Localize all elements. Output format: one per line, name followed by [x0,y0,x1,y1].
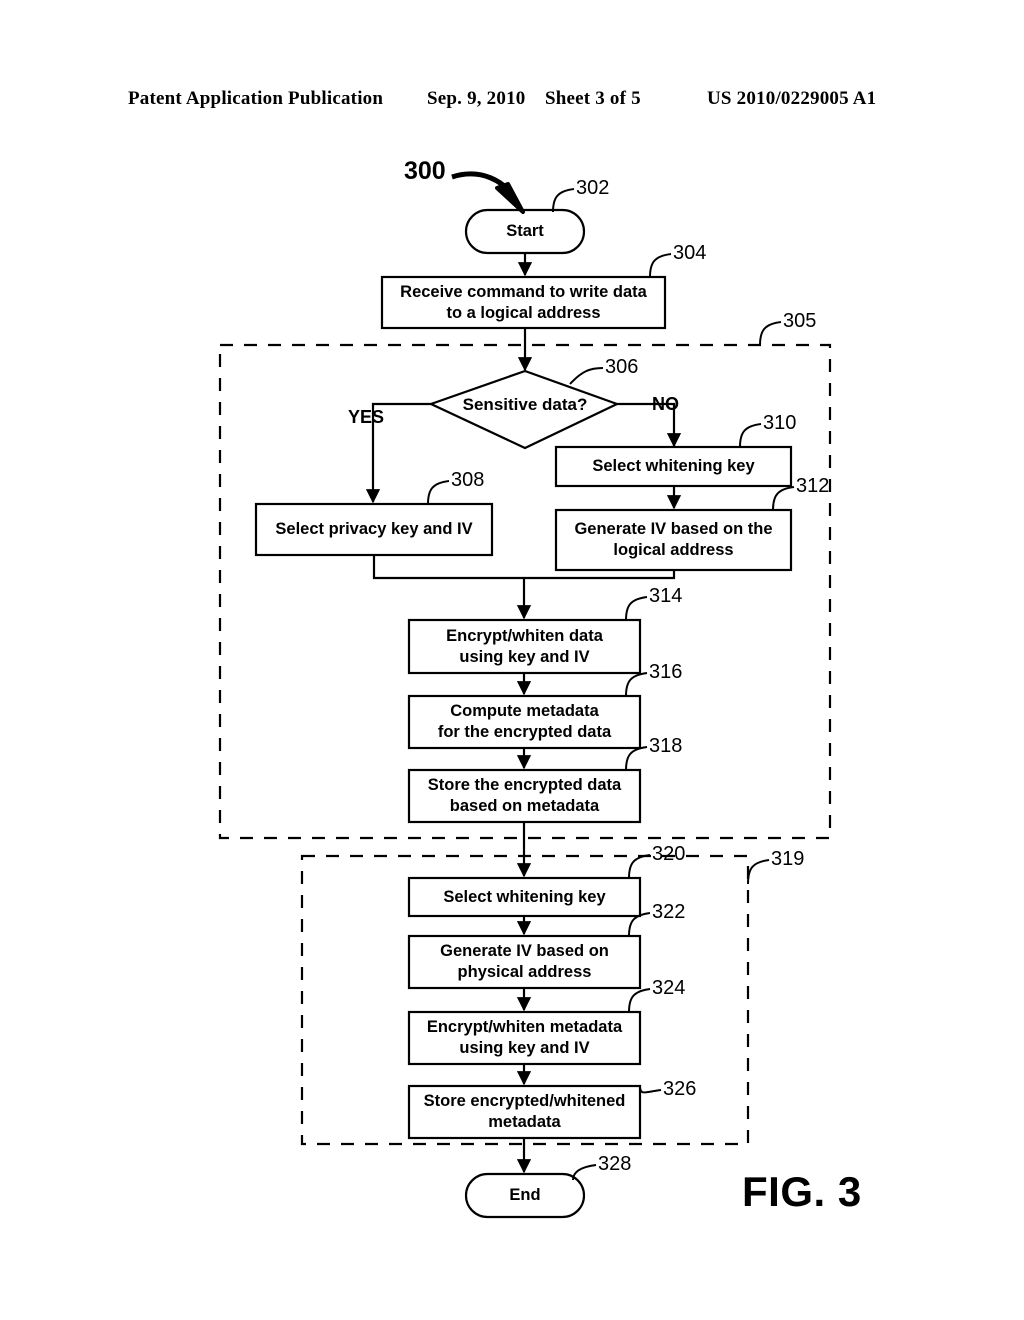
step-box-322 [407,934,642,990]
ref-num-320: 320 [652,843,686,865]
flow-pointer-arrowhead [495,182,525,214]
step-box-308 [254,502,494,557]
decision-node-306 [428,369,620,450]
branch-label-no: NO [652,394,679,414]
leader-312 [772,486,795,511]
leader-308 [427,480,450,505]
ref-num-302: 302 [576,177,610,199]
branch-label-yes: YES [348,407,385,427]
connector-merge-right [524,570,676,580]
ref-num-310: 310 [763,412,797,434]
ref-num-308: 308 [451,469,485,491]
ref-num-324: 324 [652,977,686,999]
start-node [464,208,586,255]
step-box-324 [407,1010,642,1066]
leader-310 [739,423,762,448]
flowchart-drawing [218,171,832,1219]
leader-324 [628,988,651,1013]
leader-302 [552,188,575,213]
ref-num-306: 306 [605,356,639,378]
ref-num-319: 319 [771,848,805,870]
leader-304 [649,253,672,278]
step-box-304 [380,275,667,330]
ref-num-316: 316 [649,661,683,683]
ref-num-328: 328 [598,1153,632,1175]
figure-label: FIG. 3 [742,1168,862,1215]
step-box-320 [407,876,642,918]
ref-num-322: 322 [652,901,686,923]
leader-306 [569,367,604,385]
step-box-326 [407,1084,642,1140]
step-box-310 [554,445,793,488]
ref-num-314: 314 [649,585,683,607]
leader-319 [747,859,770,885]
leader-320 [628,854,651,879]
step-box-312 [554,508,793,572]
connector-merge-left [372,555,524,580]
step-box-316 [407,694,642,750]
end-node [464,1172,586,1219]
leader-305 [759,321,782,346]
flow-number-300: 300 [404,157,446,185]
ref-num-312: 312 [796,475,830,497]
leader-314 [625,596,648,621]
ref-num-326: 326 [663,1078,697,1100]
leader-326 [639,1085,662,1094]
step-box-314 [407,618,642,675]
ref-num-305: 305 [783,310,817,332]
ref-num-318: 318 [649,735,683,757]
leader-318 [625,746,648,771]
leader-316 [625,672,648,697]
step-box-318 [407,768,642,824]
ref-num-304: 304 [673,242,707,264]
